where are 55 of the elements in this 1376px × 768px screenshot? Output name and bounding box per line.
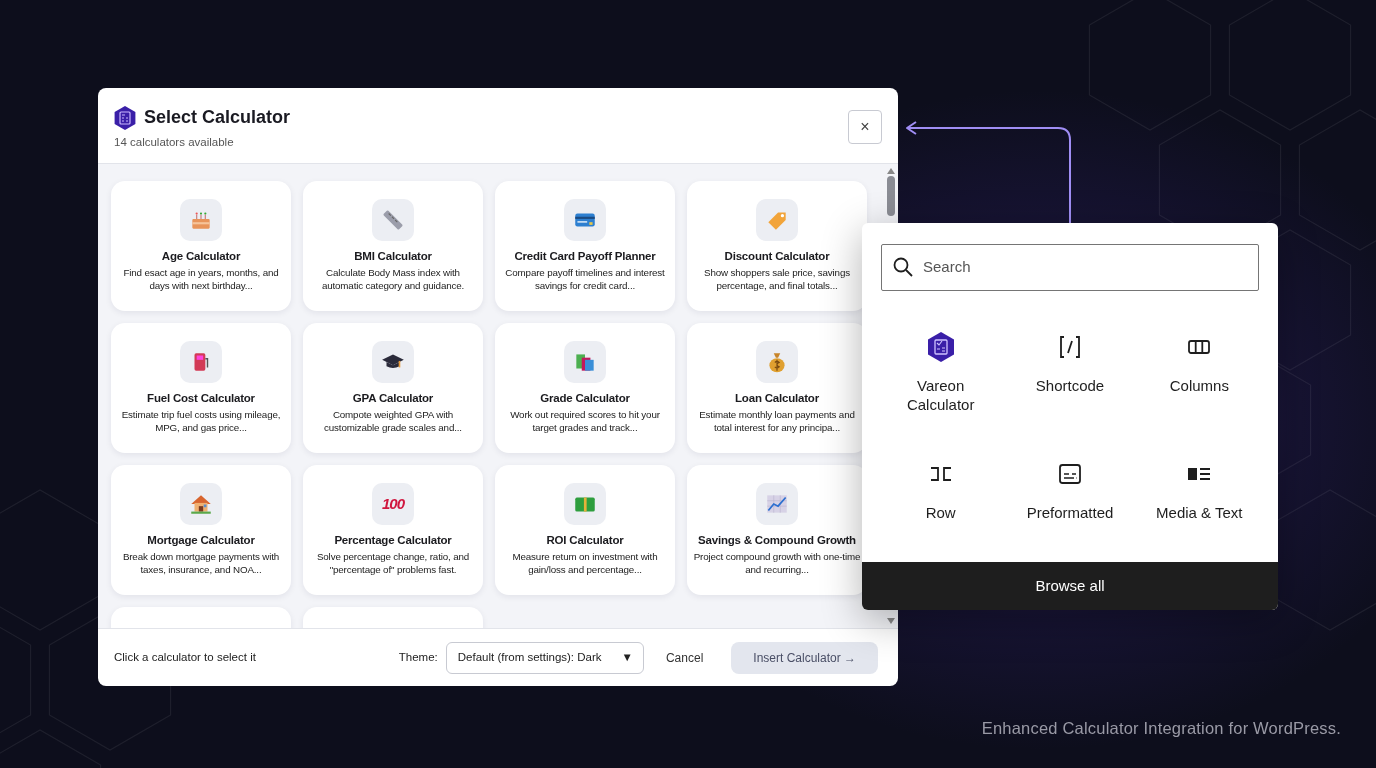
calculator-title: Mortgage Calculator: [147, 534, 255, 548]
hundred-points-icon: 100: [382, 492, 404, 516]
calculator-description: Find esact age in years, months, and days with next birthday...: [122, 266, 280, 293]
calculator-title: Loan Calculator: [735, 392, 819, 406]
browse-all-button[interactable]: Browse all: [862, 562, 1278, 610]
calculator-description: Show shoppers sale price, savings percentage, and final totals...: [703, 266, 851, 293]
logo-icon: [114, 105, 136, 130]
calculator-title: Credit Card Payoff Planner: [514, 250, 656, 264]
calculator-card[interactable]: ROI Calculator Measure retum on investment with gain/loss and percentage...: [495, 465, 675, 595]
calculator-description: Work out required scores to hit your target grades and track...: [509, 408, 661, 435]
scroll-up-icon[interactable]: [887, 168, 895, 174]
hint-text: Click a calculator to select it: [114, 649, 256, 665]
calculator-description: Compare payoff timelines and interest savings for credit card...: [504, 266, 666, 293]
calculator-card[interactable]: Mortgage Calculator Break down mortgage payments with taxes, insurance, and NOA...: [111, 465, 291, 595]
close-button[interactable]: ×: [848, 110, 882, 144]
calculator-count: 14 calculators available: [114, 135, 235, 150]
calculator-description: Break down mortgage payments with taxes, insurance, and NOA...: [121, 550, 281, 577]
calculator-card[interactable]: Age Calculator Find esact age in years, months, and days with next birthday...: [111, 181, 291, 311]
calculator-title: ROI Calculator: [546, 534, 624, 548]
calculator-title: Percentage Calculator: [334, 534, 452, 548]
calculator-description: Compote weighted GPA with customizable grade scales and...: [323, 408, 463, 435]
calculator-description: Estimate monthly loan payments and total interest for any principa...: [698, 408, 856, 435]
scroll-thumb[interactable]: [887, 176, 895, 216]
calculator-card[interactable]: Discount Calculator Show shoppers sale price, savings percentage, and final totals...: [687, 181, 867, 311]
calculator-title: Savings & Compound Growth: [698, 534, 856, 548]
block-item[interactable]: Vareon Calculator: [876, 331, 1006, 431]
calculator-title: Fuel Cost Calculator: [147, 392, 255, 406]
calculator-title: BMI Calculator: [354, 250, 432, 264]
calculator-description: Measure retum on investment with gain/loss and percentage...: [511, 550, 659, 577]
search-field[interactable]: Search: [881, 244, 1259, 291]
calculator-card[interactable]: Fuel Cost Calculator Estimate trip fuel costs using mileage, MPG, and gas price...: [111, 323, 291, 453]
calculator-card[interactable]: BMI Calculator Calculate Body Mass index with automatic category and guidance.: [303, 181, 483, 311]
calculator-card[interactable]: Grade Calculator Work out required scores to hit your target grades and track...: [495, 323, 675, 453]
cancel-button[interactable]: Cancel: [659, 647, 710, 668]
calculator-title: Age Calculator: [161, 250, 241, 264]
block-item[interactable]: Columns: [1134, 331, 1264, 431]
theme-label: Theme:: [398, 649, 438, 665]
calculator-title: GPA Calculator: [352, 392, 434, 406]
calculator-card[interactable]: Credit Card Payoff Planner Compare payoff timelines and interest savings for credit card...: [495, 181, 675, 311]
caption-text: Enhanced Calculator Integration for WordPress.: [980, 718, 1342, 739]
calculator-description: Calculate Body Mass index with automatic category and guidance.: [320, 266, 466, 293]
scroll-down-icon[interactable]: [887, 618, 895, 624]
dialog-title: Select Calculator: [144, 106, 291, 129]
block-item[interactable]: Media & Text: [1134, 457, 1264, 558]
block-item[interactable]: Shortcode: [1005, 331, 1135, 431]
block-item[interactable]: Preformatted: [1005, 457, 1135, 558]
calculator-description: Solve percentage change, ratio, and "percentage of" problems fast.: [315, 550, 471, 577]
calculator-description: Estimate trip fuel costs using mileage, MPG, and gas price...: [120, 408, 282, 435]
calculator-description: Project compound growth with one-time and recurring...: [693, 550, 861, 577]
calculator-card[interactable]: GPA Calculator Compote weighted GPA with customizable grade scales and...: [303, 323, 483, 453]
calculator-card[interactable]: 100 Percentage Calculator Solve percentage change, ratio, and "percentage of" problems fast.: [303, 465, 483, 595]
block-item[interactable]: Row: [876, 457, 1006, 558]
theme-select[interactable]: Default (from settings): Dark ▼: [445, 641, 644, 674]
calculator-title: Discount Calculator: [724, 250, 830, 264]
calculator-title: Grade Calculator: [540, 392, 630, 406]
